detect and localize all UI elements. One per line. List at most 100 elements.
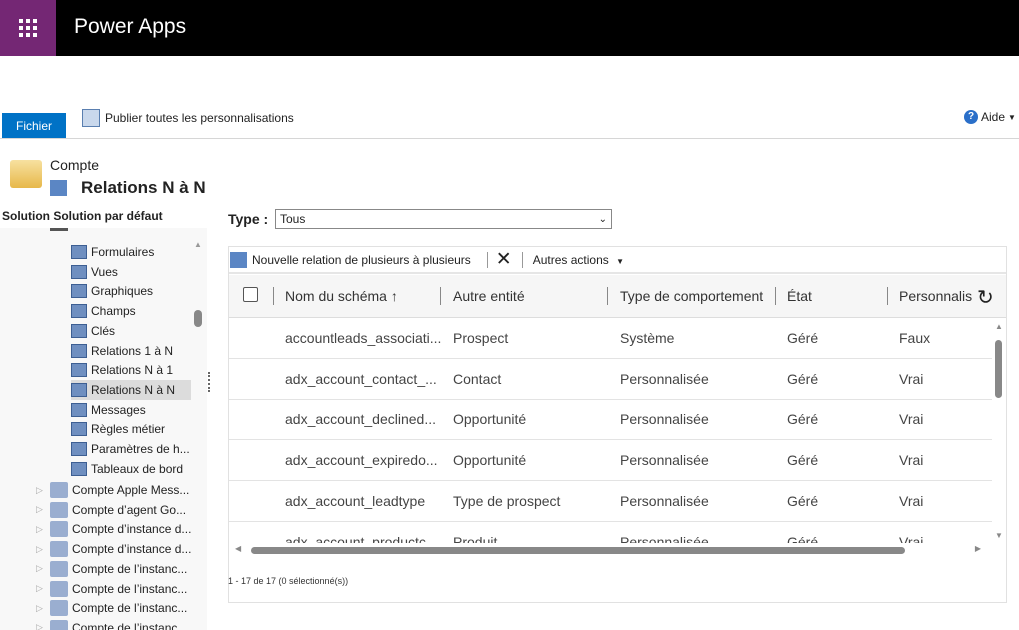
tree-item[interactable]: Messages [71, 400, 191, 420]
tree-item[interactable]: Paramètres de h... [71, 439, 191, 459]
tree-item[interactable]: Relations N à 1 [71, 360, 191, 380]
grid-horizontal-scrollbar[interactable]: ◀ ▶ [229, 543, 991, 557]
tree-scrollbar[interactable]: ▲ [193, 240, 203, 600]
tree-item[interactable]: Champs [71, 301, 191, 321]
table-row[interactable]: adx_account_leadtype Type de prospect Pers… [229, 481, 992, 522]
more-actions-label: Autres actions [532, 252, 609, 267]
publish-label: Publier toutes les personnalisations [105, 111, 294, 125]
tree-entity-item[interactable]: ▷ Compte de l’instanc... [36, 618, 187, 630]
tree-entity-item[interactable]: ▷ Compte de l’instanc... [36, 598, 187, 618]
tree-item-icon [71, 245, 87, 259]
tree-item[interactable]: Formulaires [71, 242, 191, 262]
entity-icon [50, 619, 68, 630]
tree-item[interactable]: Règles métier [71, 419, 191, 439]
solution-tree: Formulaires Vues Graphiques Champs Clés Relat… [0, 228, 207, 630]
help-button[interactable]: ? Aide ▼ [964, 110, 1016, 124]
tree-item-icon [71, 422, 87, 437]
help-icon: ? [964, 110, 978, 124]
entity-icon [50, 600, 68, 617]
tree-item-icon [71, 442, 87, 456]
app-title: Power Apps [74, 15, 187, 38]
type-label: Type : [228, 211, 269, 227]
column-header-other-entity[interactable]: Autre entité [453, 288, 525, 304]
new-relation-label: Nouvelle relation de plusieurs à plusieu… [252, 252, 471, 267]
tree-item-label: Compte d’instance d... [72, 522, 192, 537]
column-header-schema[interactable]: Nom du schéma ↑ [285, 288, 398, 304]
table-cell: Vrai [899, 370, 924, 387]
new-relation-button[interactable]: Nouvelle relation de plusieurs à plusieu… [229, 251, 471, 268]
column-header-behavior[interactable]: Type de comportement [620, 288, 763, 304]
tree-item[interactable]: Clés [71, 321, 191, 341]
divider [486, 251, 488, 268]
tree-item-label: Relations N à 1 [91, 363, 174, 378]
expand-icon: ▷ [36, 543, 43, 554]
tree-entity-item[interactable]: ▷ Compte Apple Mess... [36, 480, 189, 500]
record-count: 1 - 17 de 17 (0 sélectionné(s)) [228, 576, 349, 586]
table-row[interactable]: adx_account_contact_... Contact Personnali… [229, 359, 992, 400]
pane-splitter[interactable] [208, 372, 211, 392]
tree-item[interactable]: Relations N à N [71, 379, 191, 400]
help-label: Aide [981, 110, 1006, 124]
tree-item-compte[interactable] [50, 228, 68, 238]
tree-entity-item[interactable]: ▷ Compte de l’instanc... [36, 559, 187, 579]
table-cell: Personnalisée [620, 452, 709, 469]
waffle-icon [19, 19, 37, 37]
divider [887, 287, 888, 305]
expand-icon: ▷ [36, 523, 43, 534]
table-cell: adx_account_leadtype [285, 492, 426, 509]
table-cell: Vrai [899, 452, 924, 469]
type-value: Tous [280, 212, 306, 226]
tree-item-label: Tableaux de bord [91, 461, 184, 476]
tree-item-label: Compte de l’instanc... [72, 581, 188, 596]
table-cell: Géré [787, 492, 819, 509]
table-cell: Contact [453, 370, 502, 387]
tree-item-label: Compte d’instance d... [72, 542, 192, 557]
tree-item-icon [71, 304, 87, 319]
relation-nn-icon [50, 180, 67, 196]
tree-item-icon [71, 264, 87, 279]
more-actions-button[interactable]: Autres actions ▼ [533, 253, 624, 267]
column-header-state[interactable]: État [787, 288, 812, 304]
table-cell: Géré [787, 330, 819, 346]
select-all-checkbox[interactable] [243, 287, 258, 302]
tree-entity-item[interactable]: ▷ Compte de l’instanc... [36, 579, 187, 599]
refresh-icon[interactable]: ↻ [977, 285, 994, 310]
column-header-customizable[interactable]: Personnalis [899, 288, 972, 304]
table-cell: Vrai [899, 492, 924, 509]
tree-item-label: Relations N à N [91, 382, 176, 397]
grid-vertical-scrollbar[interactable]: ▲ ▼ [993, 322, 1005, 540]
tree-item-label: Vues [91, 264, 118, 279]
table-cell: accountleads_associati... [285, 330, 442, 346]
table-row[interactable]: adx_account_declined... Opportunité Person… [229, 399, 992, 441]
tree-entity-item[interactable]: ▷ Compte d’agent Go... [36, 500, 186, 520]
table-row[interactable]: accountleads_associati... Prospect Système… [229, 318, 992, 359]
tree-entity-item[interactable]: ▷ Compte d’instance d... [36, 539, 191, 559]
divider [521, 251, 523, 268]
table-row[interactable]: adx_account_productc... Produit Personnali… [229, 522, 992, 546]
table-cell: Opportunité [453, 411, 527, 428]
publish-all-button[interactable]: Publier toutes les personnalisations [82, 109, 294, 127]
grid-header: Nom du schéma ↑ Autre entité Type de com… [229, 275, 1006, 318]
tree-item-icon [71, 284, 87, 299]
expand-icon: ▷ [36, 484, 43, 495]
tree-entity-item[interactable]: ▷ Compte d’instance d... [36, 519, 191, 539]
chevron-down-icon: ▼ [616, 256, 625, 266]
tree-item-label: Champs [91, 304, 136, 319]
table-cell: Prospect [453, 330, 509, 346]
tree-item-label: Compte de l’instanc... [72, 601, 188, 616]
tree-item[interactable]: Graphiques [71, 281, 191, 301]
file-button[interactable]: Fichier [2, 113, 66, 139]
sort-ascending-icon: ↑ [390, 288, 398, 304]
tree-item-label: Relations 1 à N [91, 343, 174, 358]
tree-item[interactable]: Vues [71, 262, 191, 282]
divider [775, 287, 776, 305]
delete-icon[interactable]: ✕ [496, 248, 512, 271]
table-cell: Faux [899, 330, 931, 346]
tree-item[interactable]: Tableaux de bord [71, 459, 191, 479]
type-select[interactable]: Tous ⌄ [275, 209, 612, 229]
solution-label: Solution Solution par défaut [2, 209, 163, 223]
table-row[interactable]: adx_account_expiredo... Opportunité Person… [229, 440, 992, 482]
app-launcher-button[interactable] [0, 0, 56, 56]
table-cell: Géré [787, 452, 819, 469]
tree-item[interactable]: Relations 1 à N [71, 341, 191, 361]
